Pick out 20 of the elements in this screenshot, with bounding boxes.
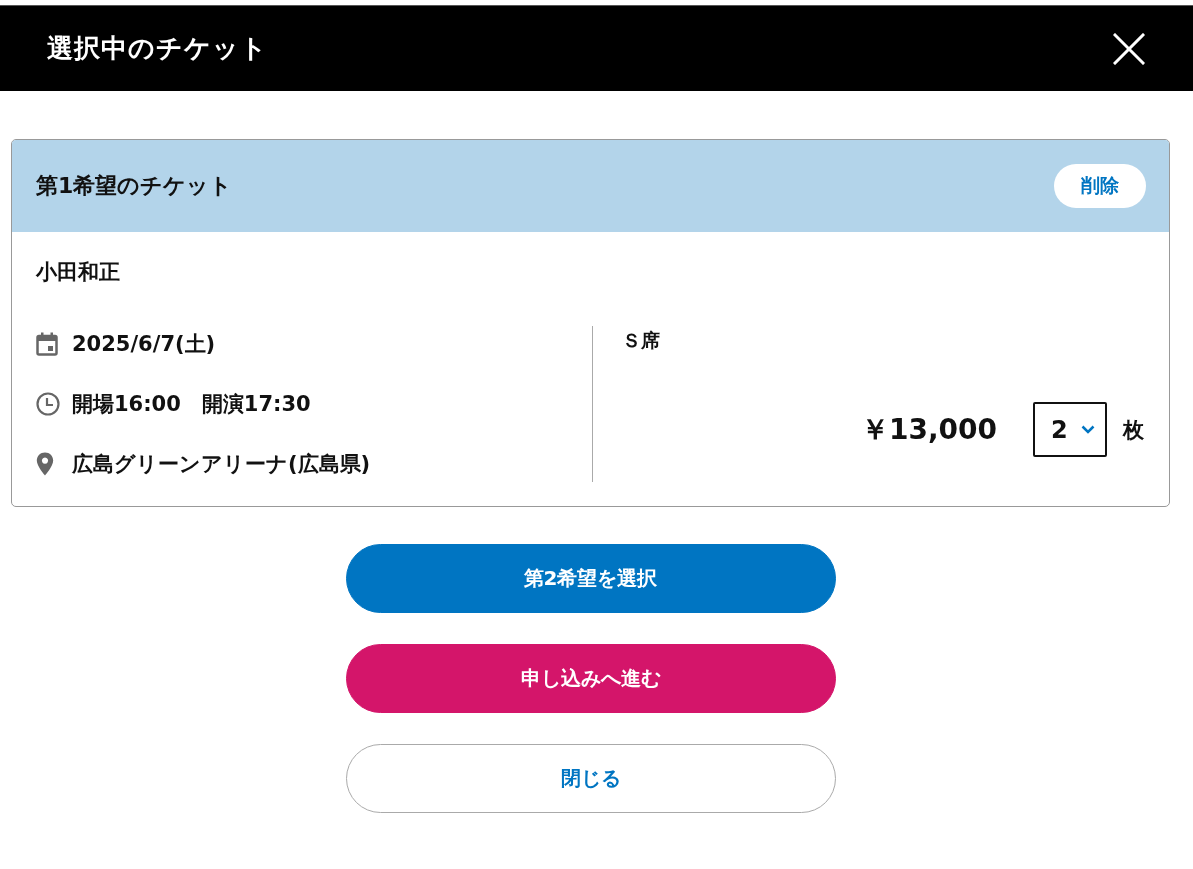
chevron-down-icon (1081, 425, 1095, 434)
event-date: 2025/6/7(土) (72, 331, 216, 358)
event-venue: 広島グリーンアリーナ(広島県) (72, 451, 371, 478)
location-pin-icon (36, 452, 54, 476)
event-time: 開場16:00 開演17:30 (72, 391, 311, 418)
ticket-price: ￥13,000 (860, 411, 997, 448)
proceed-button[interactable]: 申し込みへ進む (345, 644, 836, 713)
quantity-select[interactable]: 2 (1033, 402, 1107, 457)
modal-title: 選択中のチケット (47, 32, 268, 65)
seat-type: Ｓ席 (622, 328, 661, 353)
delete-button[interactable]: 削除 (1054, 164, 1146, 208)
artist-name: 小田和正 (36, 259, 121, 286)
close-button[interactable] (1113, 32, 1145, 65)
close-dialog-button[interactable]: 閉じる (345, 744, 836, 813)
clock-icon (36, 392, 60, 416)
close-icon (1113, 32, 1145, 65)
calendar-icon (36, 332, 58, 356)
quantity-unit: 枚 (1123, 416, 1144, 444)
ticket-title: 第1希望のチケット (36, 172, 233, 200)
select-second-choice-button[interactable]: 第2希望を選択 (345, 544, 836, 613)
